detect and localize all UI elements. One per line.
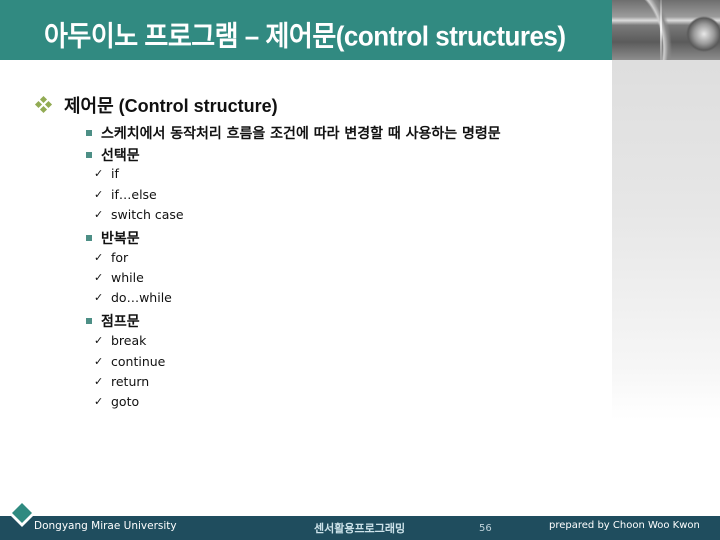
sub-list-item: ✓ break: [94, 333, 146, 348]
square-bullet-icon: [86, 318, 92, 324]
slide-title: 아두이노 프로그램 – 제어문(control structures): [44, 19, 566, 52]
diamond-logo-icon: [9, 501, 35, 527]
check-icon: ✓: [94, 375, 104, 388]
sub-list-item-text: if: [111, 166, 119, 181]
sub-list-item-text: goto: [111, 394, 140, 409]
heading-bullet-item: 제어문 (Control structure): [34, 92, 278, 118]
section-heading: 제어문 (Control structure): [64, 96, 278, 116]
list-item-text: 점프문: [101, 314, 140, 330]
sub-list-item-text: do…while: [111, 290, 172, 305]
check-icon: ✓: [94, 395, 104, 408]
sub-list-item: ✓ goto: [94, 394, 139, 409]
check-icon: ✓: [94, 208, 104, 221]
four-diamond-bullet-icon: [34, 95, 53, 114]
footer-author: prepared by Choon Woo Kwon: [549, 520, 700, 531]
check-icon: ✓: [94, 355, 104, 368]
sub-list-item: ✓ switch case: [94, 207, 184, 222]
sub-list-item: ✓ do…while: [94, 290, 172, 305]
check-icon: ✓: [94, 291, 104, 304]
sub-list-item: ✓ continue: [94, 354, 165, 369]
slide-content: 제어문 (Control structure) 스케치에서 동작처리 흐름을 조…: [0, 0, 720, 540]
sub-list-item-text: for: [111, 250, 129, 265]
sub-list-item-text: switch case: [111, 207, 184, 222]
sub-list-item-text: continue: [111, 354, 166, 369]
sub-list-item-text: if…else: [111, 187, 157, 202]
sub-list-item-text: return: [111, 374, 150, 389]
sub-list-item-text: while: [111, 270, 144, 285]
sub-list-item: ✓ return: [94, 374, 149, 389]
footer-course-name: 센서활용프로그래밍: [314, 522, 406, 535]
list-item-description: 스케치에서 동작처리 흐름을 조건에 따라 변경할 때 사용하는 명령문: [86, 123, 501, 143]
slide: 아두이노 프로그램 – 제어문(control structures) 제어문 …: [0, 0, 720, 540]
list-item-selection: 선택문: [86, 145, 140, 165]
list-item-jump: 점프문: [86, 311, 140, 331]
square-bullet-icon: [86, 152, 92, 158]
sub-list-item: ✓ while: [94, 270, 144, 285]
page-number: 56: [479, 523, 492, 534]
check-icon: ✓: [94, 334, 104, 347]
square-bullet-icon: [86, 130, 92, 136]
check-icon: ✓: [94, 188, 104, 201]
sub-list-item: ✓ if…else: [94, 187, 157, 202]
list-item-loop: 반복문: [86, 228, 140, 248]
square-bullet-icon: [86, 235, 92, 241]
list-item-text: 선택문: [101, 148, 140, 164]
check-icon: ✓: [94, 271, 104, 284]
sub-list-item: ✓ for: [94, 250, 128, 265]
check-icon: ✓: [94, 167, 104, 180]
footer-university: Dongyang Mirae University: [34, 520, 177, 532]
sub-list-item: ✓ if: [94, 166, 119, 181]
sub-list-item-text: break: [111, 333, 147, 348]
check-icon: ✓: [94, 251, 104, 264]
list-item-text: 반복문: [101, 231, 140, 247]
list-item-text: 스케치에서 동작처리 흐름을 조건에 따라 변경할 때 사용하는 명령문: [101, 126, 501, 142]
